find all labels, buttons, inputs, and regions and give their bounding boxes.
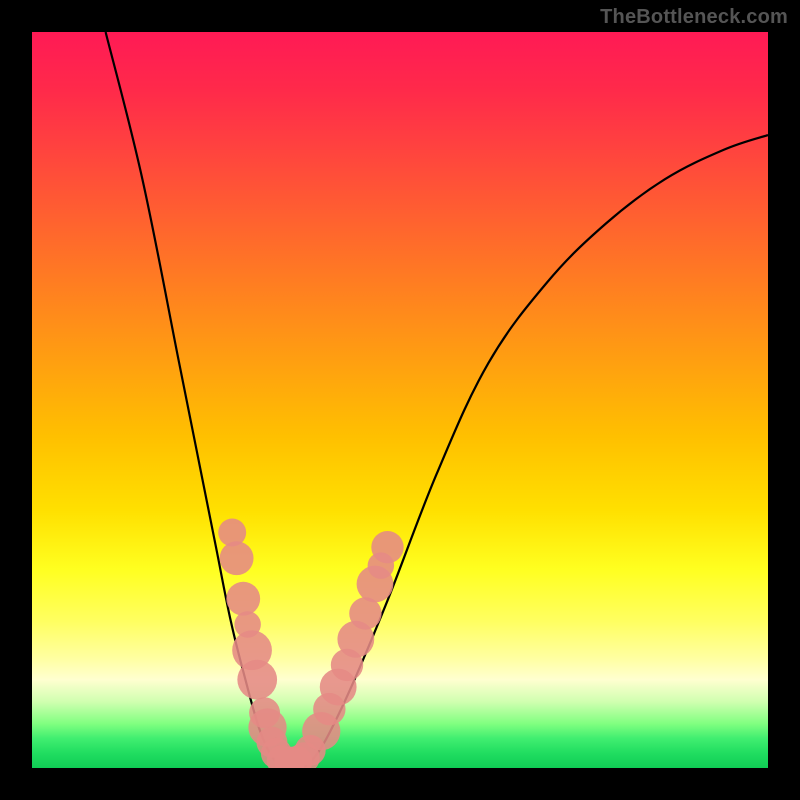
- marker-point: [237, 660, 277, 700]
- marker-point: [226, 582, 260, 616]
- bottleneck-curve: [106, 32, 768, 768]
- chart-container: TheBottleneck.com: [0, 0, 800, 800]
- marker-point: [371, 531, 403, 563]
- curve-svg: [32, 32, 768, 768]
- watermark-text: TheBottleneck.com: [600, 6, 788, 29]
- curve-markers: [218, 519, 403, 769]
- plot-area: [32, 32, 768, 768]
- marker-point: [220, 541, 254, 575]
